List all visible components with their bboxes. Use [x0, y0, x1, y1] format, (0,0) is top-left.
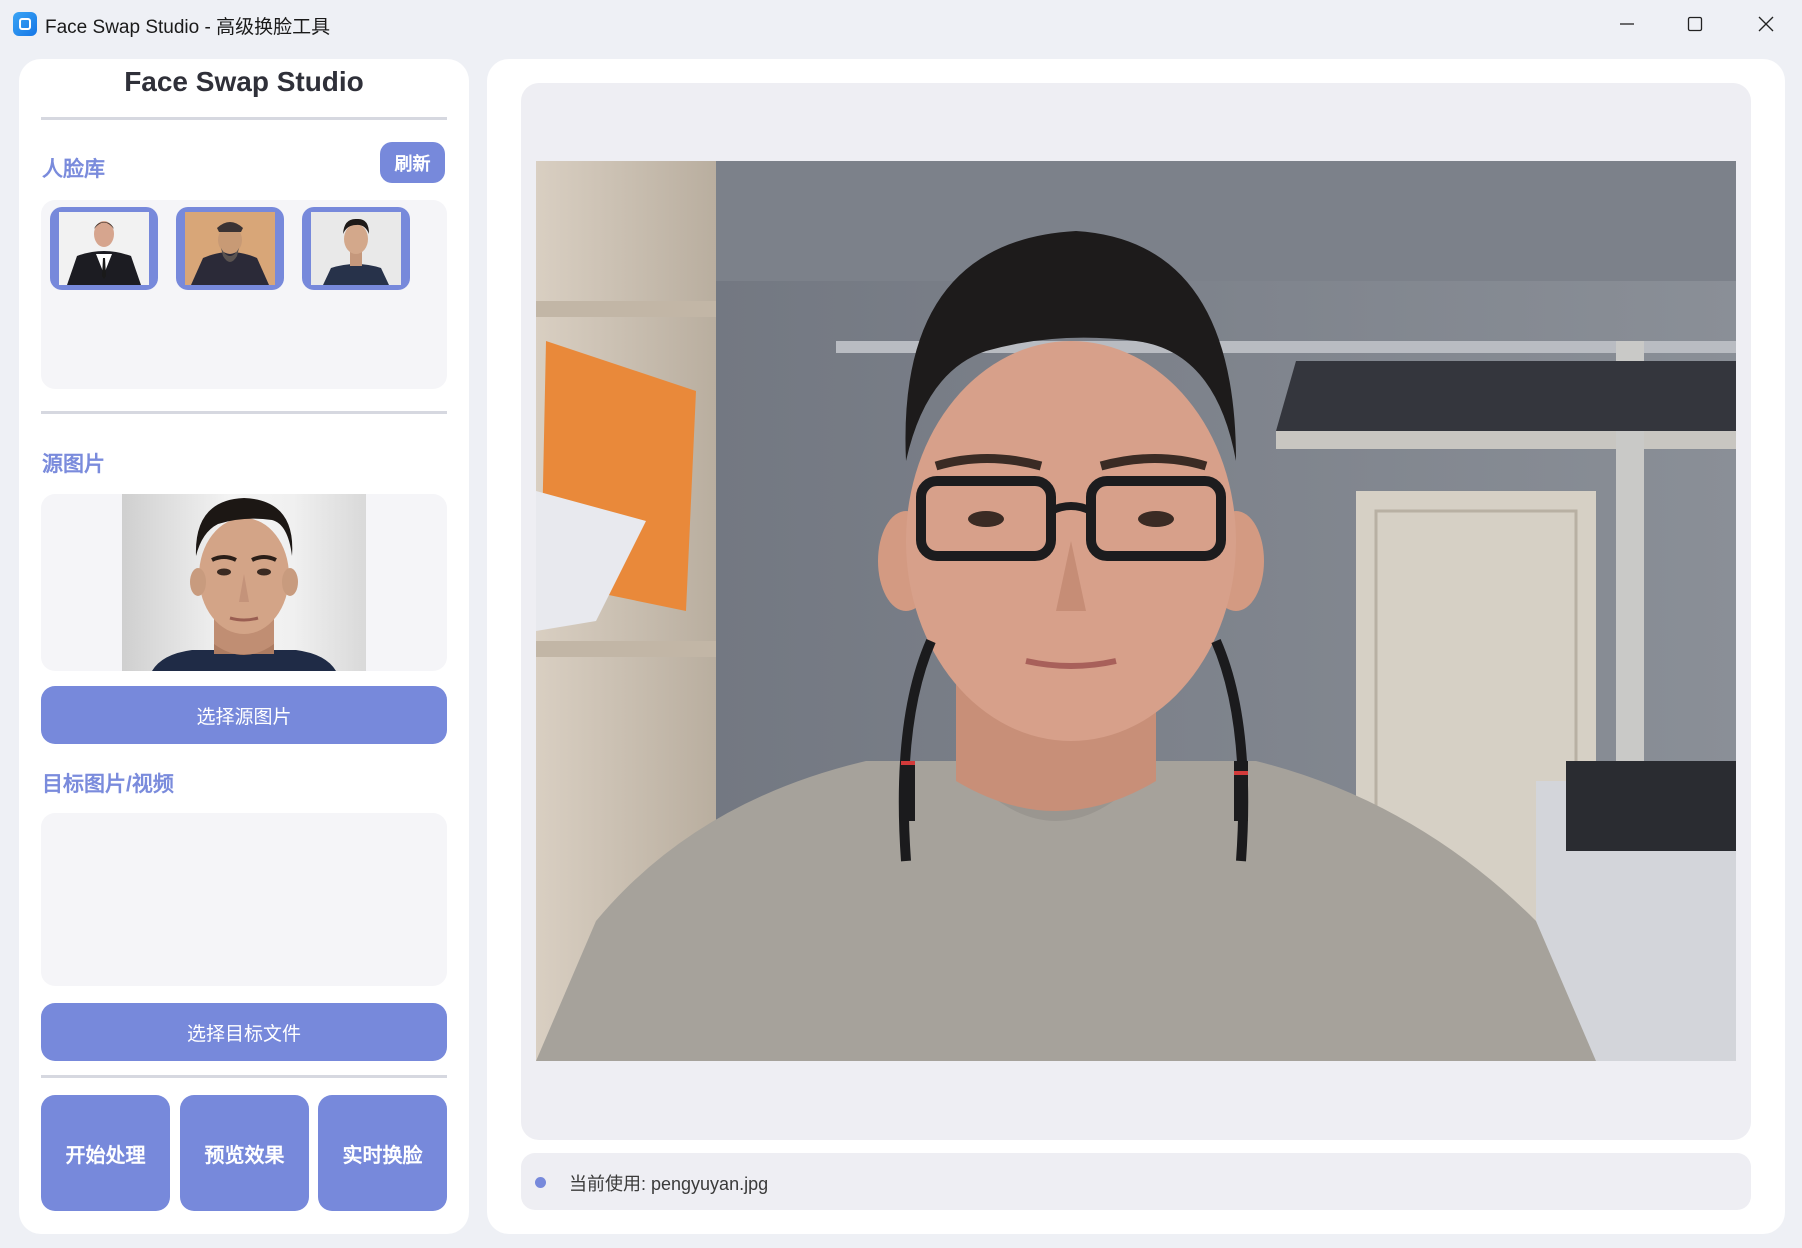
divider — [41, 411, 447, 414]
face-thumbnail-1[interactable] — [50, 207, 158, 290]
select-source-button[interactable]: 选择源图片 — [41, 686, 447, 744]
preview-effect-button[interactable]: 预览效果 — [180, 1095, 309, 1211]
target-label: 目标图片/视频 — [42, 773, 174, 796]
start-processing-button[interactable]: 开始处理 — [41, 1095, 170, 1211]
status-text: 当前使用: pengyuyan.jpg — [569, 1174, 769, 1194]
source-image-label: 源图片 — [42, 453, 105, 476]
select-target-button[interactable]: 选择目标文件 — [41, 1003, 447, 1061]
maximize-button[interactable] — [1660, 0, 1728, 46]
realtime-swap-button[interactable]: 实时换脸 — [318, 1095, 447, 1211]
face-library-label: 人脸库 — [42, 158, 105, 181]
target-preview — [41, 813, 447, 986]
face-thumbnail-3[interactable] — [302, 207, 410, 290]
face-image — [59, 212, 149, 285]
status-bar: 当前使用: pengyuyan.jpg — [521, 1153, 1751, 1210]
face-thumbnail-2[interactable] — [176, 207, 284, 290]
minimize-button[interactable] — [1592, 0, 1660, 46]
status-indicator — [535, 1177, 546, 1188]
window-title: Face Swap Studio - 高级换脸工具 — [45, 17, 331, 38]
source-image-preview — [41, 494, 447, 671]
face-image — [185, 212, 275, 285]
title-bar: Face Swap Studio - 高级换脸工具 — [0, 0, 1802, 46]
face-image — [311, 212, 401, 285]
live-preview-image — [536, 161, 1736, 1061]
divider — [41, 117, 447, 120]
minimize-icon — [1620, 23, 1634, 25]
close-icon — [1758, 16, 1774, 32]
source-face-image — [122, 494, 366, 671]
refresh-button[interactable]: 刷新 — [380, 142, 445, 183]
divider — [41, 1075, 447, 1078]
app-icon — [13, 12, 37, 36]
maximize-icon — [1687, 16, 1703, 32]
close-button[interactable] — [1731, 0, 1799, 46]
sidebar-title: Face Swap Studio — [124, 66, 364, 97]
